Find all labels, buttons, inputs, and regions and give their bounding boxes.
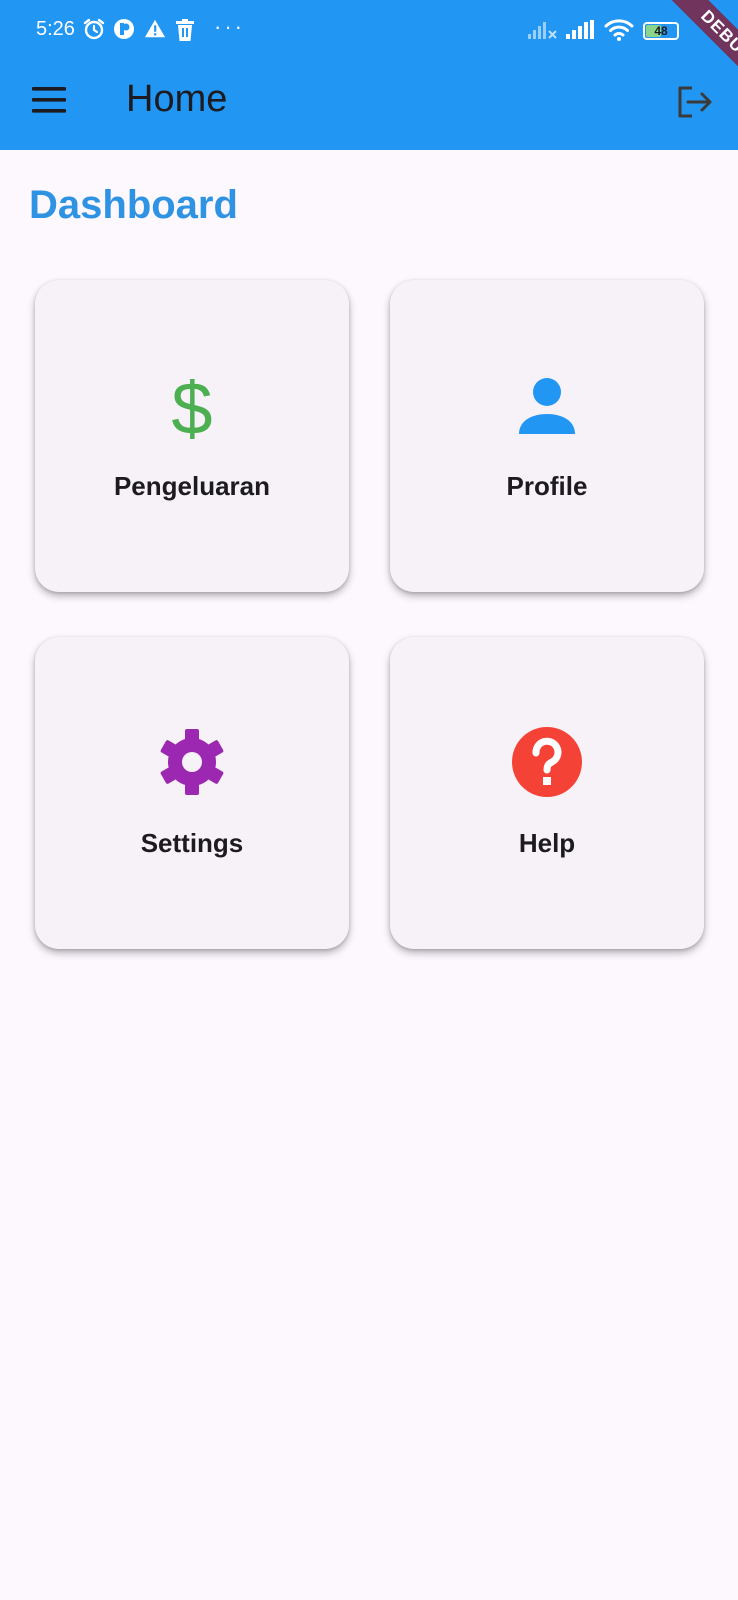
dashboard-title: Dashboard xyxy=(29,183,238,227)
dollar-icon: $ xyxy=(171,372,212,442)
status-bar: 5:26 ··· 48 xyxy=(0,0,738,60)
status-time: 5:26 xyxy=(36,18,75,40)
svg-text:$: $ xyxy=(171,372,212,442)
card-label: Pengeluaran xyxy=(113,471,271,501)
battery-icon: 48 xyxy=(643,22,679,40)
card-help[interactable]: Help xyxy=(390,637,704,949)
signal-icon xyxy=(566,20,594,39)
card-label: Help xyxy=(518,828,576,858)
app-bar: 5:26 ··· 48 Home DEBUG xyxy=(0,0,738,150)
help-icon xyxy=(512,727,582,797)
card-settings[interactable]: Settings xyxy=(35,637,349,949)
menu-icon[interactable] xyxy=(30,84,68,116)
page-title: Home xyxy=(126,78,228,120)
gear-icon xyxy=(160,729,224,795)
card-profile[interactable]: Profile xyxy=(390,280,704,592)
card-label: Profile xyxy=(506,471,588,501)
card-label: Settings xyxy=(140,828,244,858)
card-pengeluaran[interactable]: $ Pengeluaran xyxy=(35,280,349,592)
signal-off-icon xyxy=(528,22,557,39)
more-notifications-dots: ··· xyxy=(214,14,245,39)
logout-icon[interactable] xyxy=(674,82,714,122)
app-notification-icon xyxy=(114,19,134,39)
battery-level: 48 xyxy=(654,24,668,38)
wifi-icon xyxy=(604,19,634,41)
warning-icon xyxy=(144,19,166,38)
person-icon xyxy=(519,378,575,434)
alarm-icon xyxy=(83,18,105,40)
trash-icon xyxy=(176,19,194,41)
